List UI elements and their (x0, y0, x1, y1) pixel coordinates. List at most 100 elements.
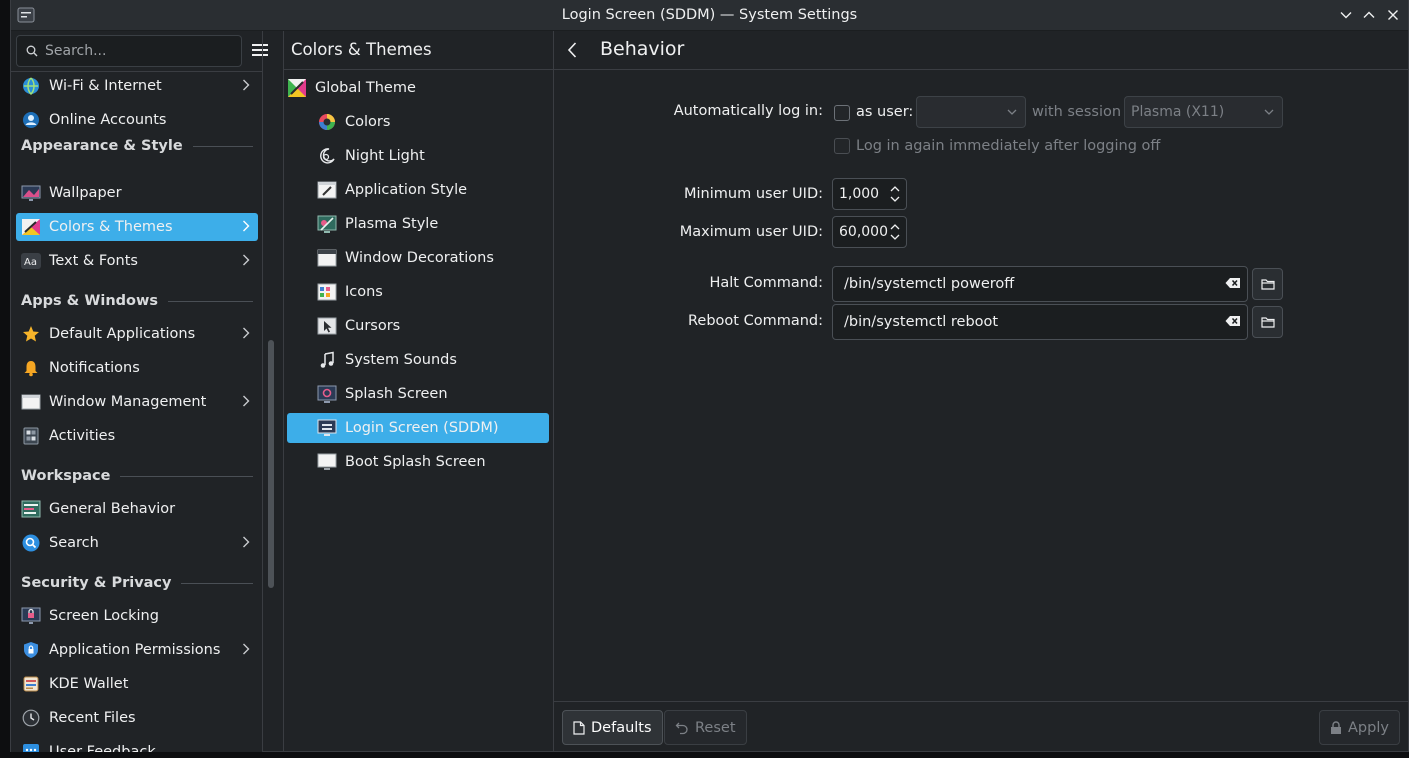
session-combobox-value: Plasma (X11) (1131, 104, 1225, 120)
sidebar-heading-appearance: Appearance & Style (21, 136, 253, 156)
apply-button[interactable]: Apply (1319, 710, 1400, 745)
reboot-command-label: Reboot Command: (688, 313, 823, 329)
footer-bar: Defaults Reset Apply (554, 701, 1409, 752)
module-cursors[interactable]: Cursors (317, 311, 549, 341)
module-system-sounds[interactable]: System Sounds (317, 345, 549, 375)
module-label: Window Decorations (345, 250, 494, 266)
undo-icon (675, 722, 688, 734)
reset-label: Reset (695, 719, 736, 736)
with-session-label: with session (1032, 104, 1122, 120)
sidebar-item-application-permissions[interactable]: Application Permissions (16, 636, 258, 664)
minimize-icon[interactable] (1337, 6, 1355, 24)
sidebar-item-screen-locking[interactable]: Screen Locking (16, 602, 258, 630)
sidebar-item-label: Text & Fonts (49, 253, 138, 269)
user-combobox[interactable] (916, 96, 1026, 128)
chevron-right-icon (242, 79, 250, 95)
session-combobox[interactable]: Plasma (X11) (1124, 96, 1283, 128)
spin-arrows-icon[interactable] (889, 222, 901, 242)
module-login-screen-sddm[interactable]: Login Screen (SDDM) (287, 413, 549, 443)
sidebar-scrollbar[interactable] (268, 340, 274, 588)
category-title: Colors & Themes (291, 40, 432, 59)
autologin-checkbox[interactable] (834, 105, 850, 121)
chevron-right-icon (242, 536, 250, 552)
sidebar-item-search[interactable]: Search (16, 529, 258, 557)
halt-browse-button[interactable] (1252, 268, 1283, 300)
module-global-theme[interactable]: Global Theme (287, 73, 549, 103)
module-colors[interactable]: Colors (317, 107, 549, 137)
module-label: Login Screen (SDDM) (345, 420, 499, 436)
clear-text-icon[interactable] (1225, 315, 1241, 331)
module-night-light[interactable]: Night Light (317, 141, 549, 171)
sidebar-item-wallpaper[interactable]: Wallpaper (16, 179, 258, 207)
sidebar-item-recent-files[interactable]: Recent Files (16, 704, 258, 732)
chevron-right-icon (242, 220, 250, 236)
sidebar-item-wifi-internet[interactable]: Wi-Fi & Internet (16, 72, 258, 100)
svg-text:Aa: Aa (24, 257, 37, 268)
sidebar-item-label: Recent Files (49, 710, 136, 726)
halt-command-field[interactable]: /bin/systemctl poweroff (832, 266, 1248, 302)
reboot-command-field[interactable]: /bin/systemctl reboot (832, 304, 1248, 340)
relogin-checkbox[interactable] (834, 138, 850, 154)
module-plasma-style[interactable]: Plasma Style (317, 209, 549, 239)
defaults-label: Defaults (591, 719, 652, 736)
search-input[interactable] (45, 41, 235, 61)
sidebar-heading-security-privacy: Security & Privacy (21, 573, 253, 593)
sidebar-item-general-behavior[interactable]: General Behavior (16, 495, 258, 523)
clock-icon (21, 708, 41, 728)
max-uid-spinbox[interactable]: 60,000 (832, 216, 907, 248)
login-screen-icon (317, 418, 337, 438)
close-icon[interactable] (1384, 6, 1402, 24)
spin-arrows-icon[interactable] (889, 184, 901, 204)
reboot-command-value: /bin/systemctl reboot (844, 314, 999, 330)
min-uid-spinbox[interactable]: 1,000 (832, 178, 907, 210)
max-uid-value: 60,000 (839, 224, 888, 240)
settings-window: Login Screen (SDDM) — System Settings Wi… (10, 0, 1409, 752)
boot-splash-icon (317, 452, 337, 472)
defaults-button[interactable]: Defaults (562, 710, 663, 745)
sidebar-item-online-accounts[interactable]: Online Accounts (16, 106, 258, 134)
window-icon (21, 392, 41, 412)
sidebar-item-colors-themes[interactable]: Colors & Themes (16, 213, 258, 241)
sidebar-item-window-management[interactable]: Window Management (16, 388, 258, 416)
hamburger-menu-icon[interactable] (251, 41, 269, 59)
module-window-decorations[interactable]: Window Decorations (317, 243, 549, 273)
apply-label: Apply (1348, 719, 1389, 736)
reset-button[interactable]: Reset (664, 710, 747, 745)
search-icon (21, 533, 41, 553)
sidebar-item-kde-wallet[interactable]: KDE Wallet (16, 670, 258, 698)
search-field[interactable] (16, 35, 242, 67)
chevron-down-icon (1264, 109, 1274, 115)
chevron-right-icon (242, 254, 250, 270)
sidebar-heading-workspace: Workspace (21, 466, 253, 486)
module-icons[interactable]: Icons (317, 277, 549, 307)
feedback-icon (21, 742, 41, 752)
sidebar-item-activities[interactable]: Activities (16, 422, 258, 450)
module-label: System Sounds (345, 352, 457, 368)
sidebar-item-label: Wi-Fi & Internet (49, 78, 162, 94)
category-header: Colors & Themes (283, 31, 553, 70)
back-arrow-icon[interactable] (566, 41, 578, 63)
module-splash-screen[interactable]: Splash Screen (317, 379, 549, 409)
reboot-browse-button[interactable] (1252, 306, 1283, 338)
sidebar-item-notifications[interactable]: Notifications (16, 354, 258, 382)
content-panel: Behavior Automatically log in: as user: … (553, 31, 1409, 752)
title-bar: Login Screen (SDDM) — System Settings (11, 0, 1408, 31)
sidebar-item-default-applications[interactable]: Default Applications (16, 320, 258, 348)
sidebar-item-user-feedback[interactable]: User Feedback (16, 738, 258, 752)
plasma-style-icon (317, 214, 337, 234)
sidebar-item-label: Screen Locking (49, 608, 159, 624)
maximize-icon[interactable] (1360, 6, 1378, 24)
sidebar-item-label: User Feedback (49, 744, 156, 752)
halt-command-value: /bin/systemctl poweroff (844, 276, 1015, 292)
screen-lock-icon (21, 606, 41, 626)
module-application-style[interactable]: Application Style (317, 175, 549, 205)
clear-text-icon[interactable] (1225, 277, 1241, 293)
autologin-label: Automatically log in: (673, 103, 823, 119)
sidebar-item-label: Notifications (49, 360, 140, 376)
page-header: Behavior (554, 31, 1409, 70)
halt-command-label: Halt Command: (709, 275, 823, 291)
window-decorations-icon (317, 248, 337, 268)
sidebar-item-text-fonts[interactable]: Aa Text & Fonts (16, 247, 258, 275)
module-boot-splash-screen[interactable]: Boot Splash Screen (317, 447, 549, 477)
module-label: Colors (345, 114, 391, 130)
